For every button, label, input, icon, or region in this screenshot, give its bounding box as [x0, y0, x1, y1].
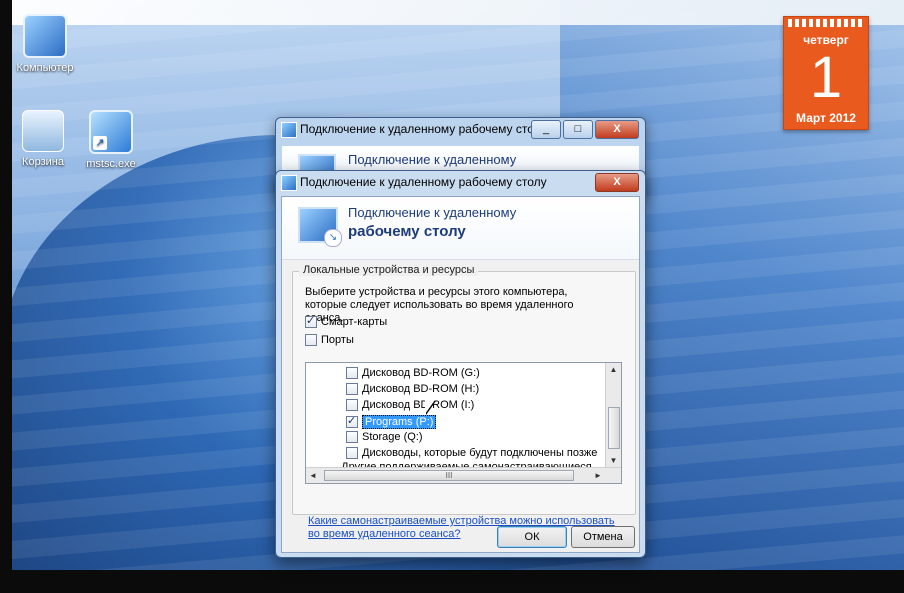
window-controls: _ □ X	[529, 120, 639, 139]
screen-bottom-edge	[0, 570, 904, 593]
group-title: Локальные устройства и ресурсы	[299, 264, 479, 276]
desktop-icon-computer[interactable]: Компьютер	[10, 14, 80, 74]
checkbox-label: Смарт-карты	[321, 316, 388, 328]
tree-item-label: Дисковод BD-ROM (I:)	[362, 399, 475, 411]
options-dialog[interactable]: Подключение к удаленному рабочему столу …	[275, 170, 646, 558]
screen-left-edge	[0, 0, 12, 593]
shortcut-arrow-icon: ↗	[93, 136, 107, 150]
remote-desktop-icon	[281, 175, 297, 191]
ok-button[interactable]: ОК	[497, 526, 567, 548]
tree-item[interactable]: Дисковод BD-ROM (H:)	[346, 383, 479, 395]
remote-desktop-shortcut-icon: ↗	[89, 110, 133, 154]
checkbox-box[interactable]	[346, 367, 358, 379]
scroll-up-icon[interactable]: ▲	[606, 363, 621, 377]
dialog-titlebar[interactable]: Подключение к удаленному рабочему столу …	[276, 171, 645, 193]
tree-item-label: Дисковод BD-ROM (H:)	[362, 383, 480, 395]
wallpaper-top-band	[0, 0, 904, 25]
tree-item-label: Дисковод BD-ROM (G:)	[362, 367, 480, 379]
calendar-day: 1	[809, 45, 843, 110]
desktop-icon-label: Корзина	[22, 156, 64, 168]
checkbox-smart-cards[interactable]: Смарт-карты	[305, 314, 388, 328]
desktop-icon-recycle-bin[interactable]: Корзина	[8, 110, 78, 168]
scroll-thumb[interactable]	[608, 407, 620, 449]
header-title: Подключение к удаленному	[348, 152, 517, 167]
calendar-rings	[788, 19, 864, 27]
checkbox-box[interactable]	[346, 447, 358, 459]
desktop-icon-label: Компьютер	[16, 62, 74, 74]
tree-item[interactable]: Дисковод BD-ROM (G:)	[346, 367, 480, 379]
dialog-body: ↘ Подключение к удаленному рабочему стол…	[281, 196, 640, 553]
desktop-icon-label: mstsc.exe	[86, 158, 136, 170]
mouse-pointer-icon	[425, 400, 435, 414]
checkbox-box[interactable]	[346, 414, 358, 428]
computer-icon	[23, 14, 67, 58]
window-titlebar[interactable]: Подключение к удаленному рабочему столу …	[276, 118, 645, 140]
desktop-icon-mstsc[interactable]: ↗ mstsc.exe	[76, 110, 146, 170]
scroll-thumb[interactable]: III	[324, 470, 574, 481]
scroll-right-icon[interactable]: ►	[591, 468, 605, 483]
checkbox-ports[interactable]: Порты	[305, 334, 354, 346]
tree-item[interactable]: Дисководы, которые будут подключены позж…	[346, 447, 597, 459]
tree-item-label: Programs (P:)	[362, 415, 437, 429]
monitor-icon: ↘	[298, 207, 342, 247]
close-button[interactable]: X	[595, 173, 639, 192]
tree-item-label: Storage (Q:)	[362, 431, 423, 443]
scroll-down-icon[interactable]: ▼	[606, 454, 621, 468]
calendar-month-year: Март 2012	[796, 111, 856, 125]
close-button[interactable]: X	[595, 120, 639, 139]
vertical-scrollbar[interactable]: ▲ ▼	[605, 363, 621, 468]
remote-desktop-icon	[281, 122, 297, 138]
header-title-line2: рабочему столу	[348, 223, 466, 240]
checkbox-box[interactable]	[346, 431, 358, 443]
minimize-button[interactable]: _	[531, 120, 561, 139]
dialog-header: ↘ Подключение к удаленному рабочему стол…	[282, 197, 639, 260]
checkbox-box[interactable]	[346, 399, 358, 411]
scroll-left-icon[interactable]: ◄	[306, 468, 320, 483]
tree-item-selected[interactable]: Programs (P:)	[346, 414, 437, 429]
tree-item[interactable]: Storage (Q:)	[346, 431, 423, 443]
checkbox-label: Порты	[321, 334, 354, 346]
horizontal-scrollbar[interactable]: ◄ III ►	[306, 467, 621, 483]
checkbox-box[interactable]	[346, 383, 358, 395]
tree-item-label: Дисководы, которые будут подключены позж…	[362, 447, 598, 459]
window-title: Подключение к удаленному рабочему столу	[300, 122, 547, 136]
cancel-button[interactable]: Отмена	[571, 526, 635, 548]
dialog-title: Подключение к удаленному рабочему столу	[300, 175, 547, 189]
tree-item[interactable]: Дисковод BD-ROM (I:)	[346, 399, 474, 411]
header-title-line1: Подключение к удаленному	[348, 205, 517, 220]
recycle-bin-icon	[22, 110, 64, 152]
local-devices-group: Локальные устройства и ресурсы Выберите …	[292, 264, 636, 515]
calendar-gadget[interactable]: четверг 1 Март 2012	[783, 16, 869, 130]
connection-badge-icon: ↘	[324, 229, 342, 247]
checkbox-box[interactable]	[305, 314, 317, 328]
maximize-button[interactable]: □	[563, 120, 593, 139]
drives-tree[interactable]: Дисковод BD-ROM (G:) Дисковод BD-ROM (H:…	[305, 362, 622, 484]
checkbox-box[interactable]	[305, 334, 317, 346]
